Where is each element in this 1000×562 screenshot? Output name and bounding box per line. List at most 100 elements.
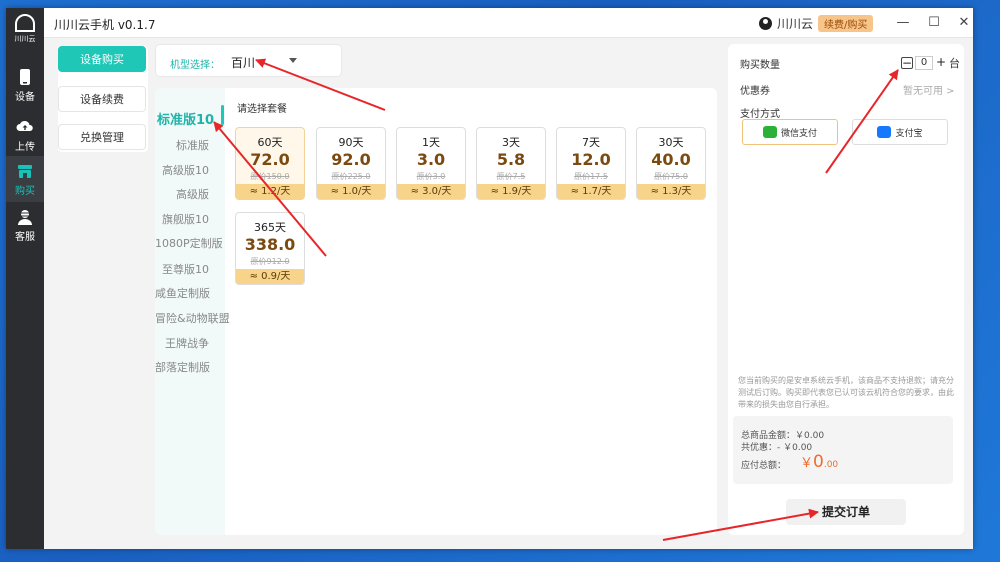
package-days: 1天: [422, 136, 440, 149]
quantity-unit: 台: [949, 57, 960, 70]
shop-icon: [18, 165, 32, 178]
category-item[interactable]: 咸鱼定制版: [155, 285, 225, 301]
package-panel: 标准版10 标准版 高级版10 高级版 旗舰版10 1080P定制版 至尊版10…: [155, 88, 717, 535]
package-card[interactable]: 365天 338.0 原价912.0 ≈ 0.9/天: [235, 212, 305, 285]
package-days: 60天: [257, 136, 283, 149]
category-item[interactable]: 1080P定制版: [155, 235, 225, 251]
alipay-option[interactable]: 支付宝: [852, 119, 948, 145]
order-summary: 总商品金额：￥0.00 共优惠：- ￥0.00 应付总额： ￥0.00: [733, 416, 953, 484]
package-card[interactable]: 90天 92.0 原价225.0 ≈ 1.0/天: [316, 127, 386, 200]
package-original-price: 原价3.0: [416, 172, 446, 181]
package-price: 338.0: [244, 235, 296, 254]
package-price: 40.0: [651, 150, 691, 169]
category-item[interactable]: 高级版: [155, 186, 225, 202]
plus-icon[interactable]: +: [935, 56, 947, 69]
coupon-select[interactable]: 暂无可用 >: [903, 82, 955, 97]
package-original-price: 原价75.0: [654, 172, 688, 181]
cloud-upload-icon: [16, 120, 33, 131]
nav-upload[interactable]: 上传: [6, 112, 44, 158]
category-list: 标准版10 标准版 高级版10 高级版 旗舰版10 1080P定制版 至尊版10…: [155, 88, 230, 535]
due-decimal: .00: [823, 460, 839, 470]
package-original-price: 原价225.0: [331, 172, 371, 181]
wechat-icon: [762, 126, 777, 138]
nav-device-label: 设备: [15, 92, 35, 103]
logo-text: 川川云: [14, 35, 36, 43]
package-daily-price: ≈ 1.3/天: [637, 184, 705, 199]
minus-icon[interactable]: −: [901, 57, 913, 69]
nav-buy[interactable]: 购买: [6, 156, 44, 202]
package-daily-price: ≈ 1.0/天: [317, 184, 385, 199]
cloud-logo-icon: [15, 14, 35, 32]
category-active-indicator: [221, 105, 224, 125]
nav-device[interactable]: 设备: [6, 62, 44, 108]
package-original-price: 原价7.5: [496, 172, 526, 181]
category-item[interactable]: 部落定制版: [155, 359, 225, 375]
quantity-label: 购买数量: [740, 60, 780, 71]
package-daily-price: ≈ 1.7/天: [557, 184, 625, 199]
category-item[interactable]: 旗舰版10: [155, 211, 225, 227]
package-days: 7天: [582, 136, 600, 149]
coupon-label: 优惠券: [740, 86, 770, 97]
quantity-input[interactable]: 0: [915, 56, 933, 70]
device-buy-button[interactable]: 设备购买: [58, 46, 146, 72]
package-daily-price: ≈ 1.9/天: [477, 184, 545, 199]
redeem-manage-button[interactable]: 兑换管理: [58, 124, 146, 150]
device-renew-button[interactable]: 设备续费: [58, 86, 146, 112]
nav-buy-label: 购买: [15, 186, 35, 197]
model-select[interactable]: 机型选择： 百川: [155, 44, 342, 77]
package-days: 30天: [658, 136, 684, 149]
model-select-label: 机型选择：: [170, 60, 220, 71]
category-item[interactable]: 冒险&动物联盟: [155, 310, 230, 326]
app-logo: 川川云: [13, 14, 37, 48]
user-area[interactable]: 川川云 续费/购买: [759, 14, 874, 32]
package-original-price: 原价150.0: [250, 172, 290, 181]
package-daily-price: ≈ 1.2/天: [236, 184, 304, 199]
package-price: 12.0: [571, 150, 611, 169]
nav-service[interactable]: 客服: [6, 202, 44, 248]
order-panel: 购买数量 − 0 + 台 优惠券 暂无可用 > 支付方式 微信支付 支付宝 您当…: [728, 44, 964, 535]
payment-label: 支付方式: [740, 109, 780, 120]
package-card[interactable]: 3天 5.8 原价7.5 ≈ 1.9/天: [476, 127, 546, 200]
user-name: 川川云: [777, 16, 814, 31]
due-label: 应付总额：: [741, 461, 787, 471]
left-nav: 川川云 设备 上传 购买 客服: [6, 8, 44, 549]
package-price: 5.8: [496, 150, 526, 169]
package-original-price: 原价912.0: [250, 257, 290, 266]
package-original-price: 原价17.5: [574, 172, 608, 181]
customer-service-icon: [18, 210, 32, 225]
wechat-pay-option[interactable]: 微信支付: [742, 119, 838, 145]
alipay-label: 支付宝: [895, 128, 923, 139]
nav-upload-label: 上传: [15, 142, 35, 153]
category-item[interactable]: 高级版10: [155, 162, 225, 178]
sub-menu: 设备购买 设备续费 兑换管理: [58, 46, 148, 152]
due-currency: ￥: [800, 456, 814, 471]
package-days: 365天: [254, 221, 286, 234]
category-item[interactable]: 王牌战争: [155, 335, 225, 351]
package-card[interactable]: 1天 3.0 原价3.0 ≈ 3.0/天: [396, 127, 466, 200]
package-days: 90天: [338, 136, 364, 149]
category-item[interactable]: 至尊版10: [155, 261, 225, 277]
quantity-stepper: − 0 + 台: [901, 55, 960, 71]
package-card[interactable]: 7天 12.0 原价17.5 ≈ 1.7/天: [556, 127, 626, 200]
submit-order-button[interactable]: 提交订单: [786, 499, 906, 525]
package-daily-price: ≈ 0.9/天: [236, 269, 304, 284]
category-item[interactable]: 标准版10: [157, 109, 227, 128]
maximize-icon[interactable]: ☐: [925, 14, 943, 32]
wechat-pay-label: 微信支付: [780, 128, 817, 139]
due-integer: 0: [813, 452, 824, 472]
category-item[interactable]: 标准版: [155, 137, 225, 153]
due-amount: ￥0.00: [800, 452, 838, 472]
alipay-icon: [877, 126, 892, 138]
package-price: 92.0: [331, 150, 371, 169]
package-card[interactable]: 60天 72.0 原价150.0 ≈ 1.2/天: [235, 127, 305, 200]
renew-badge[interactable]: 续费/购买: [818, 14, 874, 32]
minimize-icon[interactable]: —: [894, 14, 912, 32]
user-avatar-icon: [759, 16, 772, 30]
close-icon[interactable]: ✕: [955, 14, 973, 32]
title-bar: 川川云手机 v0.1.7 川川云 续费/购买 — ☐ ✕: [44, 8, 973, 38]
nav-service-label: 客服: [15, 232, 35, 243]
package-card[interactable]: 30天 40.0 原价75.0 ≈ 1.3/天: [636, 127, 706, 200]
caret-down-icon: [289, 58, 297, 63]
package-price: 72.0: [250, 150, 290, 169]
package-price: 3.0: [416, 150, 446, 169]
